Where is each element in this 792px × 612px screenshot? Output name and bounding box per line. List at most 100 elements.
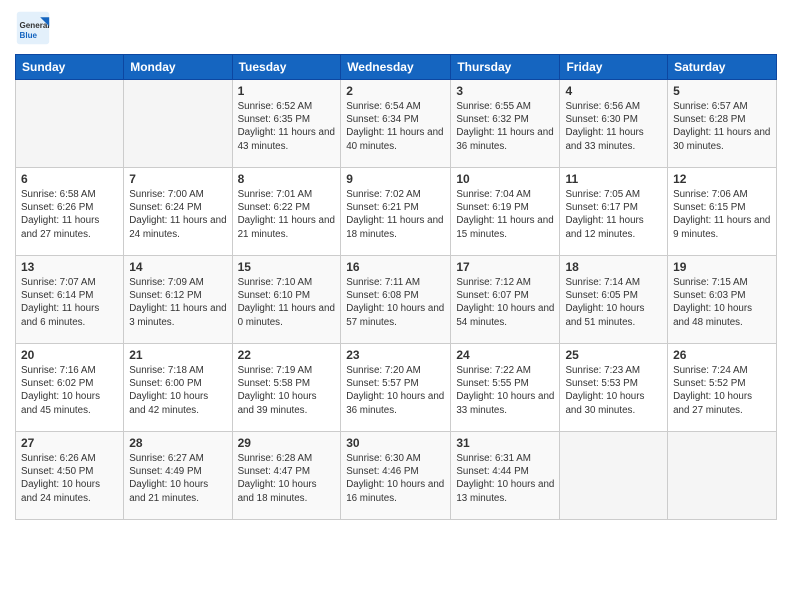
header: General Blue [15,10,777,46]
day-info: Sunrise: 7:19 AM Sunset: 5:58 PM Dayligh… [238,364,336,417]
day-cell: 5Sunrise: 6:57 AM Sunset: 6:28 PM Daylig… [668,80,777,168]
day-number: 17 [456,260,554,274]
calendar: SundayMondayTuesdayWednesdayThursdayFrid… [15,54,777,520]
logo-icon: General Blue [15,10,51,46]
day-cell: 26 Sunrise: 7:24 AM Sunset: 5:52 PM Dayli… [668,344,777,432]
day-cell: 2 Sunrise: 6:54 AM Sunset: 6:34 PM Daylig… [341,80,451,168]
day-cell: 25 Sunrise: 7:23 AM Sunset: 5:53 PM Dayli… [560,344,668,432]
day-header-friday: Friday [560,55,668,80]
day-cell: 1Sunrise: 6:52 AM Sunset: 6:35 PM Daylig… [232,80,341,168]
week-row-5: 27 Sunrise: 6:26 AM Sunset: 4:50 PM Dayli… [16,432,777,520]
page: General Blue SundayMondayTuesdayWednesda… [0,0,792,612]
day-info: Sunrise: 7:11 AM Sunset: 6:08 PM Dayligh… [346,276,445,329]
day-number: 1 [238,84,336,98]
day-cell: 6 Sunrise: 6:58 AM Sunset: 6:26 PM Daylig… [16,168,124,256]
day-info: Sunrise: 7:15 AM Sunset: 6:03 PM Dayligh… [673,276,771,329]
day-cell: 4 Sunrise: 6:56 AM Sunset: 6:30 PM Daylig… [560,80,668,168]
day-number: 18 [565,260,662,274]
day-info: Sunrise: 6:56 AM Sunset: 6:30 PM Dayligh… [565,100,662,153]
day-header-tuesday: Tuesday [232,55,341,80]
day-cell: 17 Sunrise: 7:12 AM Sunset: 6:07 PM Dayli… [451,256,560,344]
day-cell: 14 Sunrise: 7:09 AM Sunset: 6:12 PM Dayli… [124,256,232,344]
day-info: Sunrise: 6:58 AM Sunset: 6:26 PM Dayligh… [21,188,118,241]
day-number: 14 [129,260,226,274]
day-number: 10 [456,172,554,186]
day-cell: 19 Sunrise: 7:15 AM Sunset: 6:03 PM Dayli… [668,256,777,344]
day-info: Sunrise: 6:26 AM Sunset: 4:50 PM Dayligh… [21,452,118,505]
day-number: 2 [346,84,445,98]
day-info: Sunrise: 7:22 AM Sunset: 5:55 PM Dayligh… [456,364,554,417]
day-header-thursday: Thursday [451,55,560,80]
day-number: 16 [346,260,445,274]
day-header-monday: Monday [124,55,232,80]
week-row-1: 1Sunrise: 6:52 AM Sunset: 6:35 PM Daylig… [16,80,777,168]
day-cell: 13Sunrise: 7:07 AM Sunset: 6:14 PM Dayli… [16,256,124,344]
day-cell [560,432,668,520]
day-number: 13 [21,260,118,274]
day-info: Sunrise: 6:30 AM Sunset: 4:46 PM Dayligh… [346,452,445,505]
day-info: Sunrise: 7:05 AM Sunset: 6:17 PM Dayligh… [565,188,662,241]
day-info: Sunrise: 7:01 AM Sunset: 6:22 PM Dayligh… [238,188,336,241]
day-header-sunday: Sunday [16,55,124,80]
day-cell: 27 Sunrise: 6:26 AM Sunset: 4:50 PM Dayli… [16,432,124,520]
day-number: 9 [346,172,445,186]
day-cell: 22 Sunrise: 7:19 AM Sunset: 5:58 PM Dayli… [232,344,341,432]
day-info: Sunrise: 7:02 AM Sunset: 6:21 PM Dayligh… [346,188,445,241]
svg-text:Blue: Blue [20,31,38,40]
day-info: Sunrise: 6:27 AM Sunset: 4:49 PM Dayligh… [129,452,226,505]
day-number: 20 [21,348,118,362]
day-cell [16,80,124,168]
day-number: 23 [346,348,445,362]
day-number: 6 [21,172,118,186]
week-row-4: 20 Sunrise: 7:16 AM Sunset: 6:02 PM Dayli… [16,344,777,432]
day-number: 12 [673,172,771,186]
day-info: Sunrise: 7:06 AM Sunset: 6:15 PM Dayligh… [673,188,771,241]
day-cell [124,80,232,168]
week-row-2: 6 Sunrise: 6:58 AM Sunset: 6:26 PM Daylig… [16,168,777,256]
day-number: 22 [238,348,336,362]
day-info: Sunrise: 6:31 AM Sunset: 4:44 PM Dayligh… [456,452,554,505]
day-number: 31 [456,436,554,450]
day-cell: 21Sunrise: 7:18 AM Sunset: 6:00 PM Dayli… [124,344,232,432]
calendar-header-row: SundayMondayTuesdayWednesdayThursdayFrid… [16,55,777,80]
day-cell: 12 Sunrise: 7:06 AM Sunset: 6:15 PM Dayli… [668,168,777,256]
day-number: 26 [673,348,771,362]
day-cell: 30 Sunrise: 6:30 AM Sunset: 4:46 PM Dayli… [341,432,451,520]
day-cell: 28Sunrise: 6:27 AM Sunset: 4:49 PM Dayli… [124,432,232,520]
day-cell: 31 Sunrise: 6:31 AM Sunset: 4:44 PM Dayli… [451,432,560,520]
day-number: 30 [346,436,445,450]
day-info: Sunrise: 7:16 AM Sunset: 6:02 PM Dayligh… [21,364,118,417]
day-info: Sunrise: 6:55 AM Sunset: 6:32 PM Dayligh… [456,100,554,153]
week-row-3: 13Sunrise: 7:07 AM Sunset: 6:14 PM Dayli… [16,256,777,344]
day-info: Sunrise: 6:28 AM Sunset: 4:47 PM Dayligh… [238,452,336,505]
day-info: Sunrise: 6:57 AM Sunset: 6:28 PM Dayligh… [673,100,771,153]
day-number: 29 [238,436,336,450]
day-cell: 11 Sunrise: 7:05 AM Sunset: 6:17 PM Dayli… [560,168,668,256]
day-cell: 7Sunrise: 7:00 AM Sunset: 6:24 PM Daylig… [124,168,232,256]
day-info: Sunrise: 7:04 AM Sunset: 6:19 PM Dayligh… [456,188,554,241]
day-number: 7 [129,172,226,186]
day-info: Sunrise: 7:23 AM Sunset: 5:53 PM Dayligh… [565,364,662,417]
day-number: 4 [565,84,662,98]
day-number: 11 [565,172,662,186]
day-cell: 24Sunrise: 7:22 AM Sunset: 5:55 PM Dayli… [451,344,560,432]
day-cell: 9 Sunrise: 7:02 AM Sunset: 6:21 PM Daylig… [341,168,451,256]
day-info: Sunrise: 7:10 AM Sunset: 6:10 PM Dayligh… [238,276,336,329]
day-cell: 3Sunrise: 6:55 AM Sunset: 6:32 PM Daylig… [451,80,560,168]
day-info: Sunrise: 7:09 AM Sunset: 6:12 PM Dayligh… [129,276,226,329]
day-info: Sunrise: 7:24 AM Sunset: 5:52 PM Dayligh… [673,364,771,417]
day-cell: 10 Sunrise: 7:04 AM Sunset: 6:19 PM Dayli… [451,168,560,256]
day-number: 25 [565,348,662,362]
day-info: Sunrise: 6:54 AM Sunset: 6:34 PM Dayligh… [346,100,445,153]
day-info: Sunrise: 7:12 AM Sunset: 6:07 PM Dayligh… [456,276,554,329]
day-cell: 29 Sunrise: 6:28 AM Sunset: 4:47 PM Dayli… [232,432,341,520]
day-info: Sunrise: 7:20 AM Sunset: 5:57 PM Dayligh… [346,364,445,417]
day-header-wednesday: Wednesday [341,55,451,80]
day-number: 19 [673,260,771,274]
logo: General Blue [15,10,55,46]
day-number: 8 [238,172,336,186]
day-cell [668,432,777,520]
day-info: Sunrise: 7:18 AM Sunset: 6:00 PM Dayligh… [129,364,226,417]
day-number: 27 [21,436,118,450]
day-cell: 8 Sunrise: 7:01 AM Sunset: 6:22 PM Daylig… [232,168,341,256]
